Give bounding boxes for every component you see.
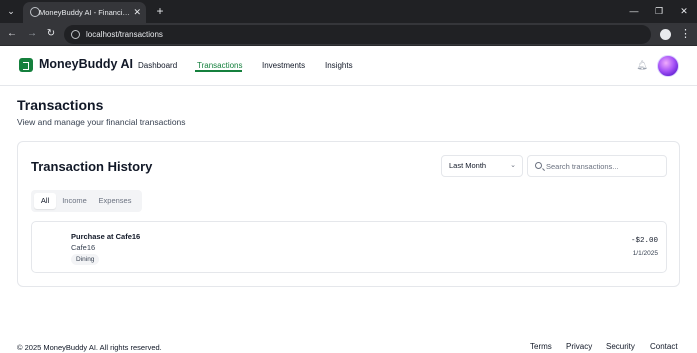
browser-tab[interactable]: MoneyBuddy AI - Financial Ma ✕ xyxy=(23,2,146,23)
period-select-value: Last Month xyxy=(449,161,487,170)
nav-insights[interactable]: Insights xyxy=(325,61,353,70)
card-title: Transaction History xyxy=(31,159,153,174)
site-info-icon[interactable] xyxy=(71,30,80,39)
page-subtitle: View and manage your financial transacti… xyxy=(17,117,186,127)
close-tab-icon[interactable]: ✕ xyxy=(133,2,141,23)
avatar[interactable] xyxy=(657,55,679,77)
footer-link-security[interactable]: Security xyxy=(606,342,635,351)
minimize-icon[interactable]: — xyxy=(626,3,642,19)
tab-search-chevron-icon[interactable]: ⌄ xyxy=(4,4,18,18)
search-box[interactable] xyxy=(527,155,667,177)
restore-icon[interactable]: ❐ xyxy=(651,3,667,19)
forward-arrow-icon[interactable]: → xyxy=(24,26,40,42)
new-tab-plus-icon[interactable]: + xyxy=(153,3,167,19)
tab-title: MoneyBuddy AI - Financial Ma xyxy=(39,8,131,17)
footer-link-terms[interactable]: Terms xyxy=(530,342,552,351)
browser-toolbar: ← → ↻ localhost/transactions ⋮ xyxy=(0,23,697,46)
active-nav-indicator xyxy=(195,70,242,72)
footer-link-contact[interactable]: Contact xyxy=(650,342,678,351)
extension-icon[interactable] xyxy=(660,29,671,40)
search-input[interactable] xyxy=(546,157,664,175)
tab-expenses[interactable]: Expenses xyxy=(93,193,137,209)
chevron-down-icon: ⌄ xyxy=(510,162,516,169)
period-select[interactable]: Last Month ⌄ xyxy=(441,155,523,177)
logo-icon xyxy=(19,58,33,72)
app-header: MoneyBuddy AI Dashboard Transactions Inv… xyxy=(0,46,697,86)
search-icon xyxy=(535,162,542,169)
reload-icon[interactable]: ↻ xyxy=(43,26,59,42)
footer-copyright: © 2025 MoneyBuddy AI. All rights reserve… xyxy=(17,343,162,352)
transaction-merchant: Cafe16 xyxy=(71,243,96,252)
page-title: Transactions xyxy=(17,97,104,113)
category-badge: Dining xyxy=(71,254,100,265)
footer-link-privacy[interactable]: Privacy xyxy=(566,342,592,351)
address-bar[interactable]: localhost/transactions xyxy=(64,25,651,44)
transaction-description: Purchase at Cafe16 xyxy=(71,232,141,241)
url-text: localhost/transactions xyxy=(86,30,163,39)
transaction-history-card: Transaction History Last Month ⌄ All Inc… xyxy=(17,141,680,287)
nav-investments[interactable]: Investments xyxy=(262,61,305,70)
transaction-row[interactable]: Purchase at Cafe16 Cafe16 Dining -$2.00 … xyxy=(31,221,667,273)
nav-transactions[interactable]: Transactions xyxy=(197,61,243,70)
filter-tabs: All Income Expenses xyxy=(31,190,142,212)
bell-icon[interactable]: 🔔︎ xyxy=(636,59,648,71)
tab-income[interactable]: Income xyxy=(58,193,91,209)
browser-menu-icon[interactable]: ⋮ xyxy=(680,26,691,42)
transaction-amount: -$2.00 xyxy=(630,237,658,245)
window-close-icon[interactable]: ✕ xyxy=(676,3,692,19)
back-arrow-icon[interactable]: ← xyxy=(4,26,20,42)
browser-tab-bar: ⌄ MoneyBuddy AI - Financial Ma ✕ + — ❐ ✕ xyxy=(0,0,697,23)
nav-dashboard[interactable]: Dashboard xyxy=(138,61,177,70)
brand-name[interactable]: MoneyBuddy AI xyxy=(39,57,133,71)
transaction-date: 1/1/2025 xyxy=(632,250,658,257)
tab-all[interactable]: All xyxy=(34,193,56,209)
